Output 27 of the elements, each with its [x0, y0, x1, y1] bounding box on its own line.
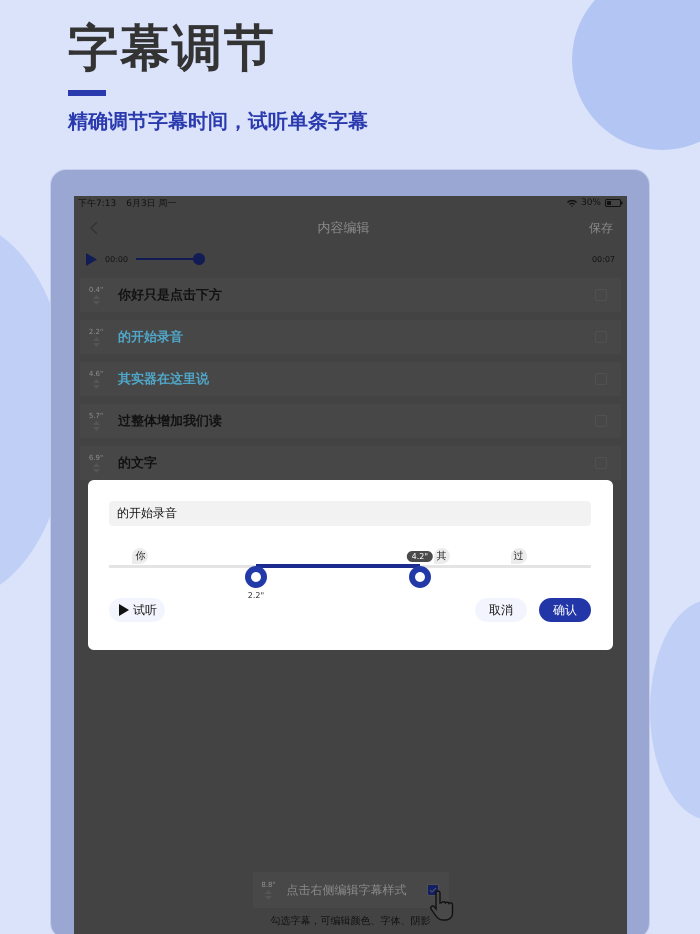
progress-thumb[interactable]: [192, 253, 205, 265]
subtitle-marker: 其: [434, 548, 450, 564]
subtitle-text: 其实器在这里说: [118, 370, 210, 388]
cancel-button[interactable]: 取消: [475, 598, 527, 622]
screen-title: 内容编辑: [318, 220, 370, 237]
preview-button[interactable]: 试听: [109, 598, 165, 622]
confirm-button[interactable]: 确认: [539, 598, 591, 622]
wifi-icon: [566, 199, 577, 207]
play-icon[interactable]: [86, 252, 97, 266]
page-title: 字幕调节: [68, 18, 276, 78]
handle-time: 2.2": [248, 591, 264, 600]
subtitle-marker: 过: [510, 548, 527, 564]
time-bubble: 4.2": [406, 551, 434, 562]
range-handle[interactable]: [408, 566, 431, 588]
save-button[interactable]: 保存: [589, 220, 613, 236]
battery-icon: [605, 199, 623, 207]
range-handle[interactable]: [245, 566, 267, 588]
subtitle-input[interactable]: 的开始录音: [109, 501, 591, 526]
checkmark-icon: [428, 887, 436, 893]
tip-text: 点击右侧编辑字幕样式: [286, 882, 408, 898]
title-underline: [68, 90, 106, 96]
timeline-track[interactable]: [109, 565, 591, 568]
checkbox[interactable]: [426, 884, 438, 896]
play-icon: [119, 604, 129, 616]
subtitle-text: 的开始录音: [118, 328, 184, 346]
page-subtitle: 精确调节字幕时间，试听单条字幕: [68, 108, 368, 135]
subtitle-marker: 你: [132, 548, 148, 564]
